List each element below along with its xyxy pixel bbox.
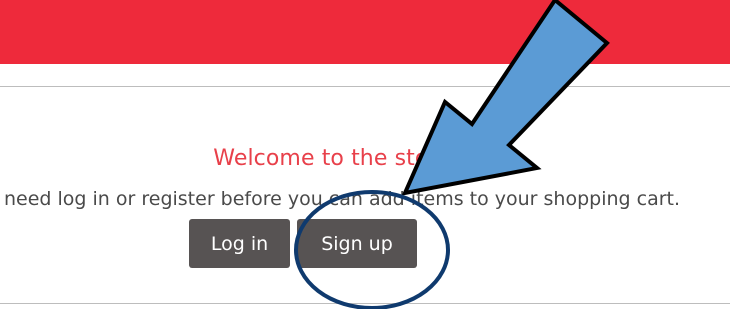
log-in-button[interactable]: Log in [189, 219, 290, 268]
sign-up-button[interactable]: Sign up [297, 219, 417, 268]
divider-bottom [0, 303, 730, 304]
top-banner [0, 0, 730, 64]
welcome-title: Welcome to the store [213, 146, 451, 171]
login-required-message: need log in or register before you can a… [4, 188, 681, 210]
divider-top [0, 86, 730, 87]
